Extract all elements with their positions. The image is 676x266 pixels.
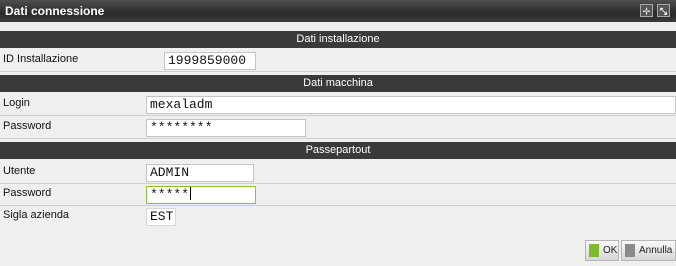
- annulla-icon: [625, 244, 635, 257]
- annulla-button[interactable]: Annulla: [621, 240, 676, 261]
- id-installazione-field[interactable]: 1999859000: [164, 52, 256, 70]
- ok-label: OK: [603, 245, 618, 256]
- row-password-macchina: Password ********: [0, 118, 676, 139]
- password-macchina-label: Password: [3, 120, 52, 132]
- password-passepartout-label: Password: [3, 187, 52, 199]
- login-field[interactable]: mexaladm: [146, 96, 676, 114]
- row-utente: Utente ADMIN: [0, 163, 676, 184]
- text-caret: [190, 187, 192, 200]
- password-passepartout-field[interactable]: *****: [146, 186, 256, 204]
- login-label: Login: [3, 97, 30, 109]
- title-bar: Dati connessione ⊹ ⤡: [0, 0, 676, 22]
- row-id-installazione: ID Installazione 1999859000: [0, 51, 676, 72]
- ok-button[interactable]: OK: [585, 240, 619, 261]
- dialog-window: Dati connessione ⊹ ⤡ Dati installazione …: [0, 0, 676, 266]
- password-macchina-field[interactable]: ********: [146, 119, 306, 137]
- utente-label: Utente: [3, 165, 36, 177]
- row-sigla-azienda: Sigla azienda EST: [0, 207, 676, 227]
- expand-icon[interactable]: ⊹: [640, 4, 653, 17]
- section-passepartout: Passepartout: [0, 142, 676, 159]
- ok-square-icon: [589, 244, 599, 257]
- annulla-label: Annulla: [639, 245, 673, 256]
- row-password-passepartout: Password *****: [0, 185, 676, 206]
- dialog-title: Dati connessione: [5, 4, 105, 18]
- password-passepartout-value: *****: [150, 187, 190, 202]
- sigla-azienda-field[interactable]: EST: [146, 208, 176, 226]
- utente-field[interactable]: ADMIN: [146, 164, 254, 182]
- row-login: Login mexaladm: [0, 95, 676, 116]
- restore-icon[interactable]: ⤡: [657, 4, 670, 17]
- id-installazione-label: ID Installazione: [3, 53, 79, 65]
- section-dati-installazione: Dati installazione: [0, 31, 676, 48]
- section-dati-macchina: Dati macchina: [0, 75, 676, 92]
- sigla-azienda-label: Sigla azienda: [3, 209, 70, 221]
